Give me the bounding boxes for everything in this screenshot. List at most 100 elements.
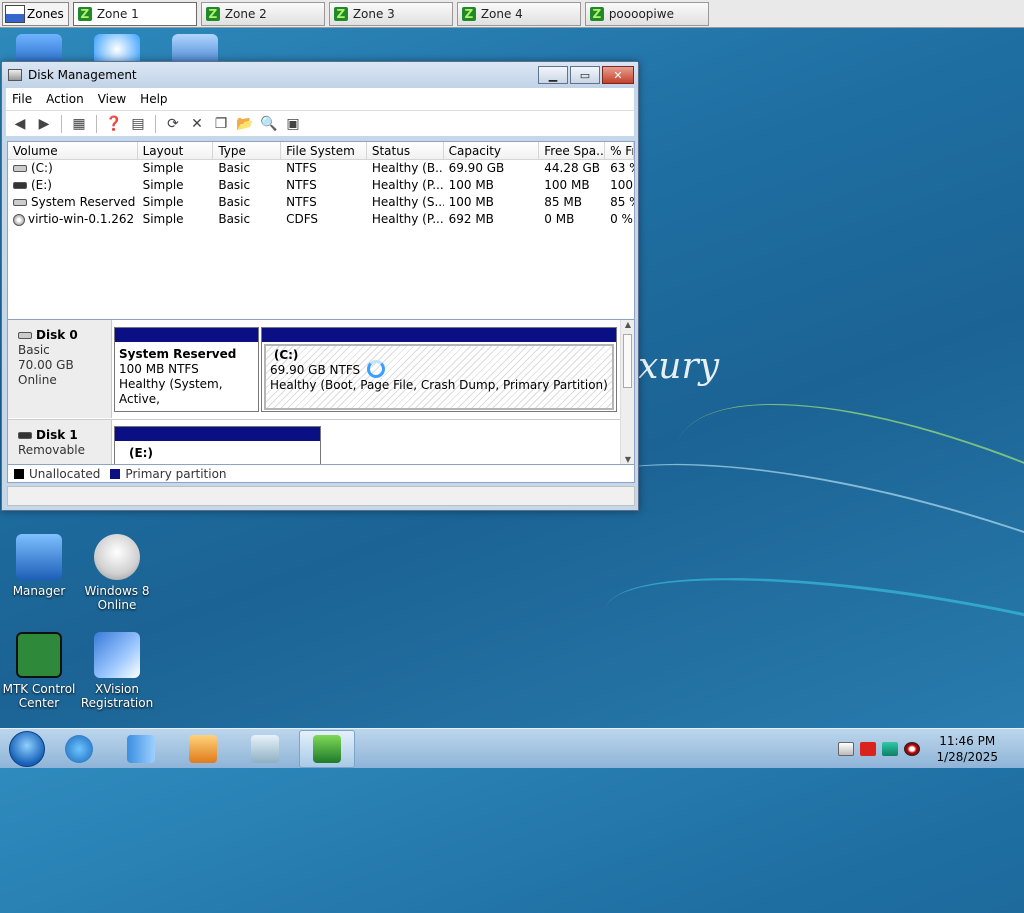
removable-disk-icon <box>18 432 32 439</box>
column-free-space[interactable]: Free Spa... <box>539 142 606 159</box>
drive-icon <box>13 199 27 206</box>
column-capacity[interactable]: Capacity <box>444 142 540 159</box>
settings-icon[interactable]: ▣ <box>283 114 303 134</box>
cell-layout: Simple <box>142 195 184 209</box>
zones-button[interactable]: Zones <box>2 1 69 26</box>
cell-file-system: NTFS <box>286 178 317 192</box>
wrench-icon <box>16 534 62 580</box>
scrollbar-thumb[interactable] <box>623 334 632 388</box>
column-percent-free[interactable]: % Fr <box>605 142 634 159</box>
clock[interactable]: 11:46 PM 1/28/2025 <box>936 733 998 765</box>
zone-tab-2[interactable]: Z Zone 2 <box>200 1 325 26</box>
cell-capacity: 69.90 GB <box>448 161 505 175</box>
zone-tab-1[interactable]: Z Zone 1 <box>72 1 197 26</box>
wallpaper-text: xury <box>638 346 720 387</box>
copy-icon[interactable]: ❐ <box>211 114 231 134</box>
taskbar-explorer[interactable] <box>113 730 169 768</box>
menu-action[interactable]: Action <box>46 92 84 106</box>
table-row[interactable]: System Reserved Simple Basic NTFS Health… <box>8 194 634 211</box>
taskbar-media-player[interactable] <box>175 730 231 768</box>
open-folder-icon[interactable]: 📂 <box>235 114 255 134</box>
desktop-icon-top[interactable] <box>172 34 218 64</box>
zone-tab-label: Zone 4 <box>480 6 523 21</box>
taskbar-recycle[interactable] <box>237 730 293 768</box>
delete-icon[interactable]: ✕ <box>187 114 207 134</box>
legend-swatch-unallocated <box>14 468 24 479</box>
minimize-button[interactable]: ▁ <box>538 66 568 84</box>
partition-name: (C:) <box>273 348 299 362</box>
zone-tab-5[interactable]: Zpoooopiwe <box>584 1 709 26</box>
toolbar: ◀ ▶ ▦ ❓ ▤ ⟳ ✕ ❐ 📂 🔍 ▣ <box>6 110 634 136</box>
column-file-system[interactable]: File System <box>281 142 367 159</box>
disk-row-0[interactable]: Disk 0 Basic 70.00 GB Online System Rese… <box>8 320 620 418</box>
partition-e[interactable]: (E:) <box>114 426 321 464</box>
help-icon[interactable]: ❓ <box>104 114 124 134</box>
partition-status: Healthy (System, Active, <box>119 377 223 406</box>
menu-help[interactable]: Help <box>140 92 167 106</box>
taskbar-ie[interactable] <box>51 730 107 768</box>
zone-tab-label: Zone 1 <box>96 6 139 21</box>
flag-icon[interactable] <box>860 741 877 756</box>
column-volume[interactable]: Volume <box>8 142 138 159</box>
desktop-icon-label: MTK Control Center <box>2 682 76 710</box>
maximize-button[interactable]: ▭ <box>570 66 600 84</box>
menu-view[interactable]: View <box>98 92 126 106</box>
close-button[interactable]: ✕ <box>602 66 634 84</box>
window-titlebar[interactable]: Disk Management ▁ ▭ ✕ <box>2 62 638 88</box>
search-icon[interactable]: 🔍 <box>259 114 279 134</box>
cell-free-space: 85 MB <box>544 195 582 209</box>
cd-drive-icon <box>13 213 25 226</box>
cell-volume: virtio-win-0.1.262 ... <box>28 212 138 226</box>
desktop-icon-windows8-online[interactable]: Windows 8 Online <box>79 534 155 612</box>
desktop-icon-mtk[interactable]: MTK Control Center <box>1 632 77 710</box>
zone-tab-4[interactable]: Z Zone 4 <box>456 1 581 26</box>
disk-row-1[interactable]: Disk 1 Removable (E:) <box>8 419 620 464</box>
refresh-icon[interactable]: ⟳ <box>163 114 183 134</box>
network-icon[interactable] <box>882 741 899 756</box>
cell-type: Basic <box>218 178 251 192</box>
desktop-icon-top[interactable] <box>16 34 62 64</box>
table-row[interactable]: (C:) Simple Basic NTFS Healthy (B... 69.… <box>8 160 634 177</box>
disk-management-icon <box>8 69 22 81</box>
properties-icon[interactable]: ▦ <box>69 114 89 134</box>
disk-1-label[interactable]: Disk 1 Removable <box>8 420 112 464</box>
menu-bar: File Action View Help <box>6 88 634 110</box>
forward-icon[interactable]: ▶ <box>34 114 54 134</box>
taskbar-disk-management[interactable] <box>299 729 355 768</box>
desktop-icon-top[interactable] <box>94 34 140 64</box>
table-row[interactable]: virtio-win-0.1.262 ... Simple Basic CDFS… <box>8 211 634 228</box>
scroll-down-icon[interactable]: ▼ <box>622 455 634 464</box>
partition-c[interactable]: (C:) 69.90 GB NTFS Healthy (Boot, Page F… <box>261 327 617 412</box>
back-icon[interactable]: ◀ <box>10 114 30 134</box>
table-row[interactable]: (E:) Simple Basic NTFS Healthy (P... 100… <box>8 177 634 194</box>
disk-type: Basic <box>18 343 50 357</box>
cell-type: Basic <box>218 161 251 175</box>
speaker-icon[interactable] <box>904 741 921 756</box>
scroll-up-icon[interactable]: ▲ <box>622 320 634 329</box>
recycle-bin-icon <box>251 734 279 763</box>
start-button[interactable] <box>9 730 45 767</box>
column-type[interactable]: Type <box>213 142 282 159</box>
partition-bar <box>262 328 616 342</box>
busy-cursor-icon <box>367 360 385 378</box>
menu-file[interactable]: File <box>12 92 32 106</box>
disk-0-label[interactable]: Disk 0 Basic 70.00 GB Online <box>8 320 112 418</box>
cell-volume: (C:) <box>31 161 53 175</box>
vertical-scrollbar[interactable]: ▲ ▼ <box>620 320 634 464</box>
zone-tab-3[interactable]: Z Zone 3 <box>328 1 453 26</box>
cell-file-system: NTFS <box>286 195 317 209</box>
cell-status: Healthy (S... <box>371 195 444 209</box>
removable-drive-icon <box>13 182 27 189</box>
disk-management-window: Disk Management ▁ ▭ ✕ File Action View H… <box>1 61 639 511</box>
legend-label: Primary partition <box>125 466 227 481</box>
column-layout[interactable]: Layout <box>138 142 214 159</box>
monitor-icon[interactable] <box>838 741 855 756</box>
cell-free-space: 100 MB <box>544 178 590 192</box>
column-status[interactable]: Status <box>367 142 444 159</box>
cell-layout: Simple <box>142 178 184 192</box>
partition-system-reserved[interactable]: System Reserved 100 MB NTFS Healthy (Sys… <box>114 327 259 412</box>
cell-percent-free: 100 <box>610 178 633 192</box>
desktop-icon-manager[interactable]: Manager <box>1 534 77 598</box>
desktop-icon-xvision[interactable]: XVision Registration <box>79 632 155 710</box>
show-hide-icon[interactable]: ▤ <box>128 114 148 134</box>
